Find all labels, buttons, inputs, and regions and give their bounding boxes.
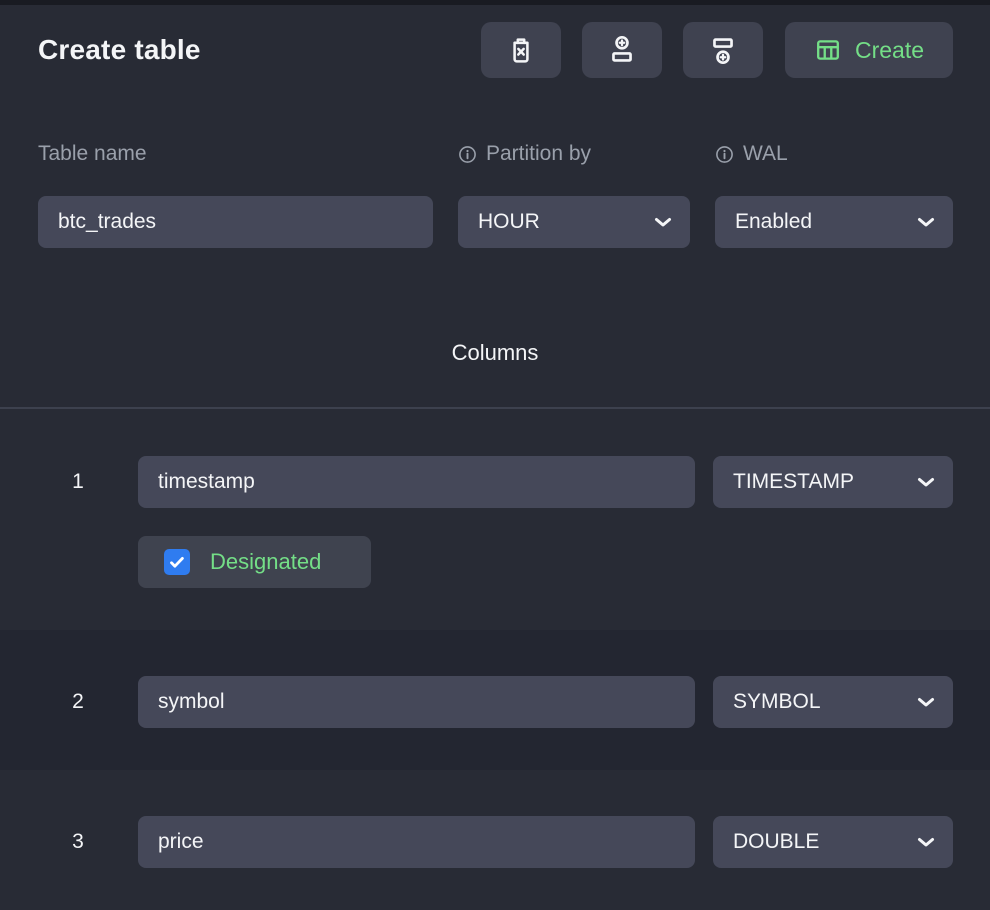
chevron-down-icon bbox=[917, 477, 935, 488]
table-icon bbox=[814, 36, 842, 64]
column-name-input[interactable] bbox=[138, 456, 695, 508]
wal-label: WAL bbox=[715, 141, 953, 167]
create-table-button[interactable]: Create bbox=[785, 22, 953, 78]
column-index: 2 bbox=[38, 676, 118, 728]
add-column-top-button[interactable] bbox=[582, 22, 662, 78]
table-settings-form: Table name Partition by HOUR bbox=[0, 141, 990, 248]
designated-label: Designated bbox=[210, 549, 321, 575]
partition-by-value: HOUR bbox=[478, 210, 540, 234]
chevron-down-icon bbox=[917, 837, 935, 848]
column-type-select[interactable]: DOUBLE bbox=[713, 816, 953, 868]
column-index: 3 bbox=[38, 816, 118, 868]
column-name-input[interactable] bbox=[138, 676, 695, 728]
partition-by-label-text: Partition by bbox=[486, 142, 591, 166]
partition-by-label: Partition by bbox=[458, 141, 690, 167]
check-icon bbox=[169, 556, 185, 569]
chevron-down-icon bbox=[654, 217, 672, 228]
wal-label-text: WAL bbox=[743, 142, 788, 166]
table-name-field: Table name bbox=[38, 141, 433, 248]
add-column-bottom-icon bbox=[707, 34, 739, 66]
column-row-1: 1 TIMESTAMP Designated bbox=[0, 409, 990, 630]
column-index: 1 bbox=[38, 456, 118, 508]
column-row-3: 3 DOUBLE bbox=[0, 770, 990, 910]
partition-by-field: Partition by HOUR bbox=[458, 141, 690, 248]
column-type-value: DOUBLE bbox=[733, 830, 819, 854]
wal-field: WAL Enabled bbox=[715, 141, 953, 248]
column-row-2: 2 SYMBOL bbox=[0, 630, 990, 770]
column-name-input[interactable] bbox=[138, 816, 695, 868]
trash-x-icon bbox=[505, 34, 537, 66]
wal-select[interactable]: Enabled bbox=[715, 196, 953, 248]
partition-by-select[interactable]: HOUR bbox=[458, 196, 690, 248]
column-rows: 1 TIMESTAMP Designated bbox=[0, 409, 990, 910]
column-type-select[interactable]: SYMBOL bbox=[713, 676, 953, 728]
info-icon bbox=[458, 145, 477, 164]
chevron-down-icon bbox=[917, 697, 935, 708]
table-name-input[interactable] bbox=[38, 196, 433, 248]
add-column-bottom-button[interactable] bbox=[683, 22, 763, 78]
window-top-strip bbox=[0, 0, 990, 5]
page-title: Create table bbox=[38, 34, 201, 66]
column-type-value: TIMESTAMP bbox=[733, 470, 854, 494]
columns-section-heading: Columns bbox=[0, 340, 990, 367]
column-type-select[interactable]: TIMESTAMP bbox=[713, 456, 953, 508]
wal-value: Enabled bbox=[735, 210, 812, 234]
designated-checkbox[interactable] bbox=[164, 549, 190, 575]
table-name-label-text: Table name bbox=[38, 142, 147, 166]
column-type-value: SYMBOL bbox=[733, 690, 821, 714]
create-button-label: Create bbox=[855, 37, 924, 64]
chevron-down-icon bbox=[917, 217, 935, 228]
info-icon bbox=[715, 145, 734, 164]
delete-columns-button[interactable] bbox=[481, 22, 561, 78]
add-column-top-icon bbox=[606, 34, 638, 66]
table-name-label: Table name bbox=[38, 141, 433, 167]
designated-toggle[interactable]: Designated bbox=[138, 536, 371, 588]
header: Create table Create bbox=[38, 22, 953, 78]
